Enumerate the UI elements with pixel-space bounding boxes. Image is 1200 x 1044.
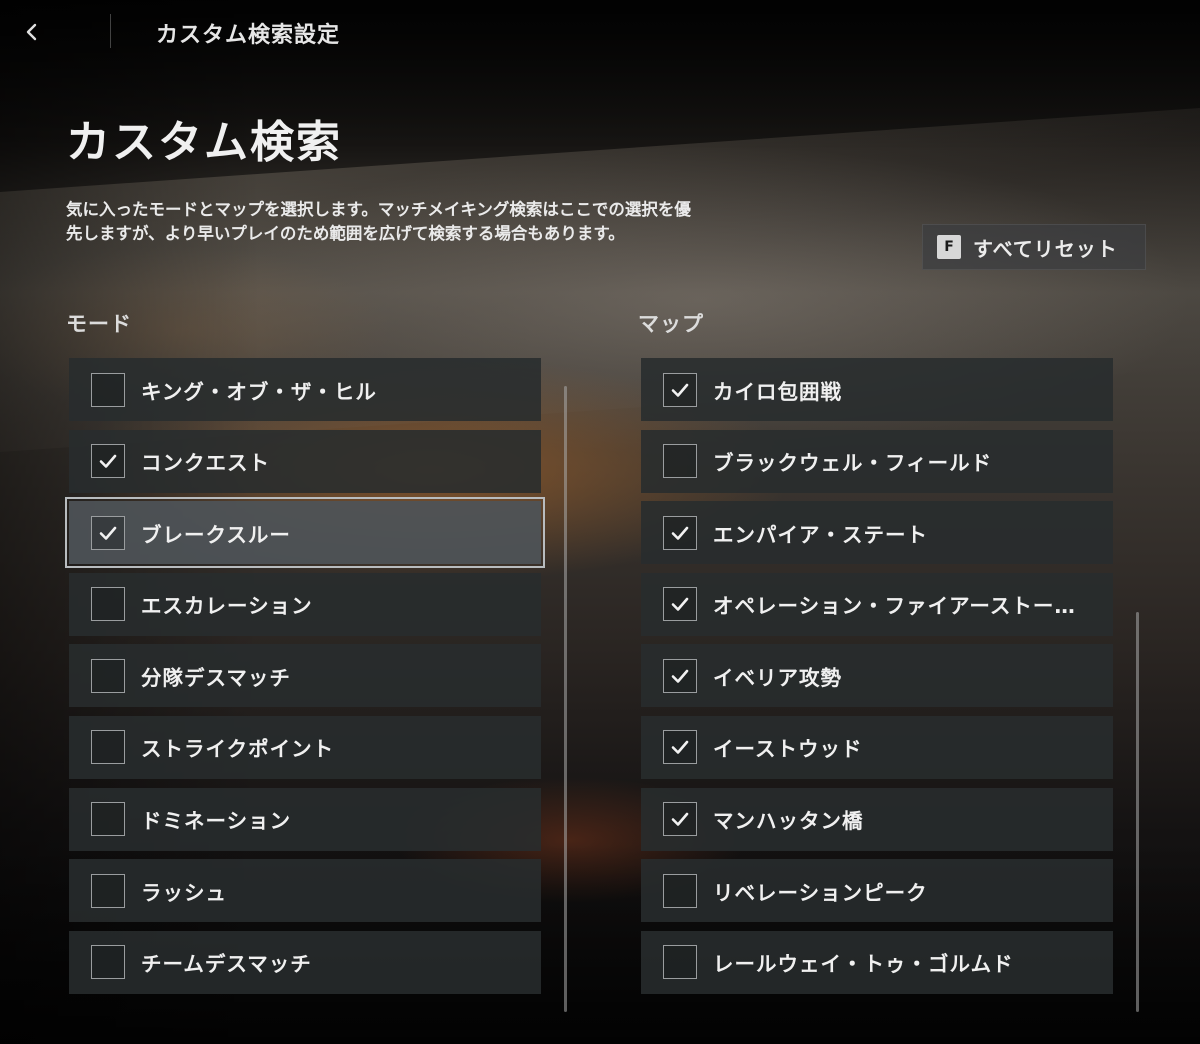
- mode-checkbox[interactable]: [91, 658, 125, 693]
- map-item-label: カイロ包囲戦: [713, 379, 842, 404]
- top-bar: カスタム検索設定: [0, 0, 1200, 64]
- checkmark-icon: [671, 383, 689, 397]
- modes-header: モード: [66, 312, 132, 336]
- mode-list-item[interactable]: チームデスマッチ: [69, 930, 541, 994]
- maps-scrollbar[interactable]: [1136, 612, 1139, 1012]
- map-list-item[interactable]: リベレーションピーク: [641, 859, 1113, 923]
- mode-list-item[interactable]: ドミネーション: [69, 787, 541, 851]
- checkmark-icon: [99, 526, 117, 540]
- mode-list-item[interactable]: コンクエスト: [69, 429, 541, 493]
- mode-list-item[interactable]: 分隊デスマッチ: [69, 644, 541, 708]
- description-line-2: 先しますが、より早いプレイのため範囲を広げて検索する場合もあります。: [66, 224, 625, 243]
- mode-checkbox[interactable]: [91, 587, 125, 622]
- mode-item-label: チームデスマッチ: [141, 952, 312, 977]
- map-list-item[interactable]: レールウェイ・トゥ・ゴルムド: [641, 930, 1113, 994]
- mode-checkbox[interactable]: [91, 730, 125, 765]
- map-item-label: オペレーション・ファイアーストー…: [713, 594, 1076, 619]
- map-item-label: リベレーションピーク: [713, 880, 928, 905]
- map-item-label: エンパイア・ステート: [713, 522, 928, 547]
- mode-list-item[interactable]: ストライクポイント: [69, 715, 541, 779]
- map-checkbox[interactable]: [663, 515, 697, 550]
- map-checkbox[interactable]: [663, 802, 697, 837]
- checkmark-icon: [671, 669, 689, 683]
- mode-list-item[interactable]: エスカレーション: [69, 572, 541, 636]
- map-list-item[interactable]: カイロ包囲戦: [641, 358, 1113, 421]
- mode-item-label: ブレークスルー: [141, 522, 291, 547]
- mode-checkbox[interactable]: [91, 802, 125, 837]
- page-description: 気に入ったモードとマップを選択します。マッチメイキング検索はここでの選択を優 先…: [66, 198, 846, 246]
- map-checkbox[interactable]: [663, 587, 697, 622]
- map-list-item[interactable]: イベリア攻勢: [641, 644, 1113, 708]
- mode-checkbox[interactable]: [91, 372, 125, 407]
- map-list-item[interactable]: ブラックウェル・フィールド: [641, 429, 1113, 493]
- back-button[interactable]: [14, 14, 50, 50]
- map-item-label: マンハッタン橋: [713, 809, 864, 834]
- map-list-item[interactable]: マンハッタン橋: [641, 787, 1113, 851]
- mode-item-label: 分隊デスマッチ: [141, 665, 291, 690]
- map-checkbox[interactable]: [663, 444, 697, 479]
- mode-item-label: コンクエスト: [141, 451, 270, 476]
- map-item-label: レールウェイ・トゥ・ゴルムド: [713, 952, 1014, 977]
- mode-checkbox[interactable]: [91, 873, 125, 908]
- mode-checkbox[interactable]: [91, 945, 125, 980]
- top-divider: [110, 14, 111, 48]
- chevron-left-icon: [26, 23, 37, 41]
- checkmark-icon: [671, 526, 689, 540]
- map-checkbox[interactable]: [663, 730, 697, 765]
- reset-all-label: すべてリセット: [973, 236, 1118, 261]
- modes-list: キング・オブ・ザ・ヒル コンクエスト ブレークスルー エスカレーション 分隊デスマッチス…: [65, 358, 545, 1002]
- mode-checkbox[interactable]: [91, 444, 125, 479]
- modes-scrollbar[interactable]: [564, 386, 567, 1012]
- maps-list: カイロ包囲戦ブラックウェル・フィールド エンパイア・ステートオペレーション・ファイ…: [641, 358, 1113, 1002]
- mode-list-item[interactable]: ブレークスルー: [65, 497, 545, 569]
- mode-item-label: ドミネーション: [141, 809, 292, 834]
- checkmark-icon: [99, 454, 117, 468]
- key-hint-badge: F: [937, 235, 961, 259]
- mode-checkbox[interactable]: [91, 515, 125, 550]
- mode-item-label: ストライクポイント: [141, 737, 335, 762]
- map-list-item[interactable]: イーストウッド: [641, 715, 1113, 779]
- mode-item-label: キング・オブ・ザ・ヒル: [141, 379, 377, 404]
- map-checkbox[interactable]: [663, 873, 697, 908]
- checkmark-icon: [671, 741, 689, 755]
- header-title: カスタム検索設定: [156, 23, 341, 48]
- map-item-label: イーストウッド: [713, 737, 863, 762]
- mode-list-item[interactable]: キング・オブ・ザ・ヒル: [69, 358, 541, 421]
- map-list-item[interactable]: オペレーション・ファイアーストー…: [641, 572, 1113, 636]
- map-checkbox[interactable]: [663, 372, 697, 407]
- page-title: カスタム検索: [66, 117, 342, 168]
- reset-all-button[interactable]: F すべてリセット: [922, 224, 1146, 270]
- description-line-1: 気に入ったモードとマップを選択します。マッチメイキング検索はここでの選択を優: [66, 200, 691, 219]
- mode-list-item[interactable]: ラッシュ: [69, 859, 541, 923]
- map-item-label: ブラックウェル・フィールド: [713, 451, 993, 476]
- mode-item-label: ラッシュ: [141, 880, 227, 905]
- checkmark-icon: [671, 597, 689, 612]
- mode-item-label: エスカレーション: [141, 594, 313, 619]
- map-checkbox[interactable]: [663, 945, 697, 980]
- map-checkbox[interactable]: [663, 658, 697, 693]
- map-list-item[interactable]: エンパイア・ステート: [641, 501, 1113, 565]
- map-item-label: イベリア攻勢: [713, 665, 842, 690]
- maps-header: マップ: [638, 312, 704, 336]
- checkmark-icon: [671, 812, 689, 826]
